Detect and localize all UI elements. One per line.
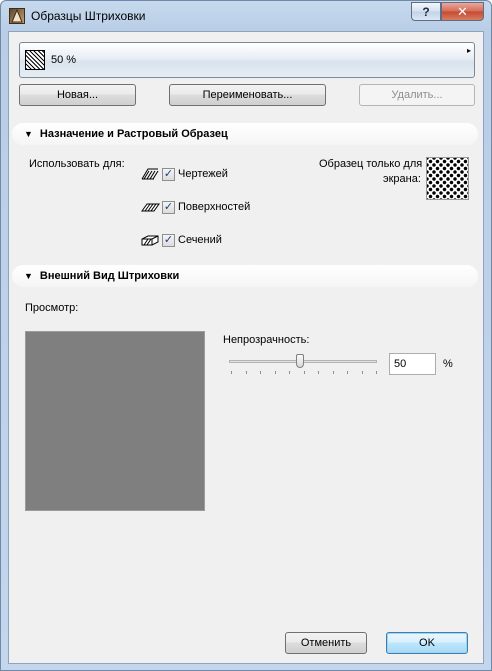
preview-label: Просмотр: xyxy=(25,302,79,314)
screen-pattern-swatch[interactable] xyxy=(426,157,469,200)
usage-option-cut[interactable]: ✓ Сечений xyxy=(140,232,222,248)
appearance-section-title: Внешний Вид Штриховки xyxy=(39,270,180,282)
usage-section-header[interactable]: ▼ Назначение и Растровый Образец xyxy=(12,123,478,145)
drawing-fill-icon xyxy=(141,168,159,180)
menu-arrow-icon[interactable]: ▸ xyxy=(467,46,471,55)
cut-checkbox[interactable]: ✓ xyxy=(162,233,175,247)
dialog-body: 50 % ▸ Новая... Переименовать... Удалить… xyxy=(8,31,484,664)
fill-pattern-swatch xyxy=(25,50,45,70)
usage-section-title: Назначение и Растровый Образец xyxy=(39,128,228,140)
opacity-unit: % xyxy=(443,358,453,370)
surface-checkbox[interactable]: ✓ xyxy=(162,200,175,214)
fill-pattern-name: 50 % xyxy=(51,54,77,66)
collapse-triangle-icon[interactable]: ▼ xyxy=(24,271,33,281)
surface-fill-icon xyxy=(141,203,160,212)
drawing-checkbox[interactable]: ✓ xyxy=(162,167,175,181)
appearance-section-header[interactable]: ▼ Внешний Вид Штриховки xyxy=(12,265,478,287)
opacity-input[interactable] xyxy=(389,353,436,375)
cancel-button[interactable]: Отменить xyxy=(285,632,367,654)
dialog-window: Образцы Штриховки ? ✕ 50 % ▸ Новая... Пе… xyxy=(0,0,492,671)
window-title: Образцы Штриховки xyxy=(31,9,146,23)
fill-pattern-selector[interactable]: 50 % ▸ xyxy=(19,42,475,78)
new-button[interactable]: Новая... xyxy=(19,84,136,106)
screen-pattern-label-line2: экрана: xyxy=(383,173,421,185)
cut-fill-icon xyxy=(141,235,159,246)
surface-option-label: Поверхностей xyxy=(178,201,251,213)
ok-button[interactable]: OK xyxy=(386,632,468,654)
close-button[interactable]: ✕ xyxy=(441,2,484,21)
opacity-label: Непрозрачность: xyxy=(223,334,310,346)
collapse-triangle-icon[interactable]: ▼ xyxy=(24,129,33,139)
use-for-label: Использовать для: xyxy=(29,158,125,170)
fill-preview xyxy=(25,331,205,511)
delete-button[interactable]: Удалить... xyxy=(359,84,475,106)
rename-button[interactable]: Переименовать... xyxy=(169,84,326,106)
title-bar[interactable]: Образцы Штриховки ? ✕ xyxy=(1,1,491,31)
opacity-slider-ticks xyxy=(231,371,377,375)
usage-option-surface[interactable]: ✓ Поверхностей xyxy=(140,199,250,215)
help-button[interactable]: ? xyxy=(411,2,441,21)
screen-pattern-label-line1: Образец только для xyxy=(319,158,423,170)
cut-option-label: Сечений xyxy=(178,234,222,246)
drawing-option-label: Чертежей xyxy=(178,168,228,180)
opacity-slider-thumb[interactable] xyxy=(296,354,304,368)
usage-option-drawing[interactable]: ✓ Чертежей xyxy=(140,166,228,182)
app-icon xyxy=(9,8,25,24)
